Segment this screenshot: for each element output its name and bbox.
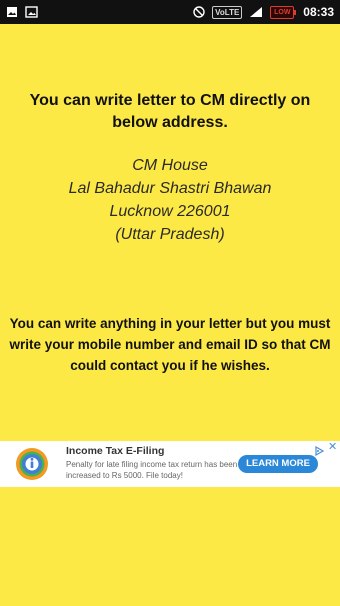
status-bar-left (6, 6, 38, 18)
battery-tip (294, 9, 297, 15)
volte-icon: VoLTE (212, 5, 243, 19)
ad-description[interactable]: Penalty for late filing income tax retur… (66, 459, 240, 481)
address-line-2: Lal Bahadur Shastri Bhawan (68, 180, 272, 197)
close-ad-icon[interactable]: ✕ (328, 442, 337, 453)
letter-note: You can write anything in your letter bu… (9, 316, 331, 373)
image-icon (25, 6, 38, 18)
address-line-1: CM House (132, 157, 208, 174)
photo-icon (6, 6, 18, 18)
banner-ad[interactable]: Income Tax E-Filing Penalty for late fil… (0, 441, 340, 487)
battery-label: LOW (270, 5, 295, 19)
status-bar: VoLTE LOW 08:33 (0, 0, 340, 24)
clock: 08:33 (303, 5, 334, 19)
income-tax-logo-icon (14, 446, 50, 482)
address-line-4: (Uttar Pradesh) (115, 226, 225, 243)
do-not-disturb-icon (193, 6, 205, 18)
address-line-3: Lucknow 226001 (109, 203, 231, 220)
ad-title[interactable]: Income Tax E-Filing (66, 445, 164, 457)
signal-icon (249, 6, 263, 18)
learn-more-button[interactable]: LEARN MORE (238, 455, 318, 473)
instruction-heading: You can write letter to CM directly on b… (29, 92, 311, 131)
battery-icon: LOW (270, 5, 297, 19)
status-bar-right: VoLTE LOW 08:33 (193, 5, 334, 19)
address-block: CM House Lal Bahadur Shastri Bhawan Luck… (8, 154, 332, 246)
ad-choices-icon[interactable] (314, 443, 326, 457)
